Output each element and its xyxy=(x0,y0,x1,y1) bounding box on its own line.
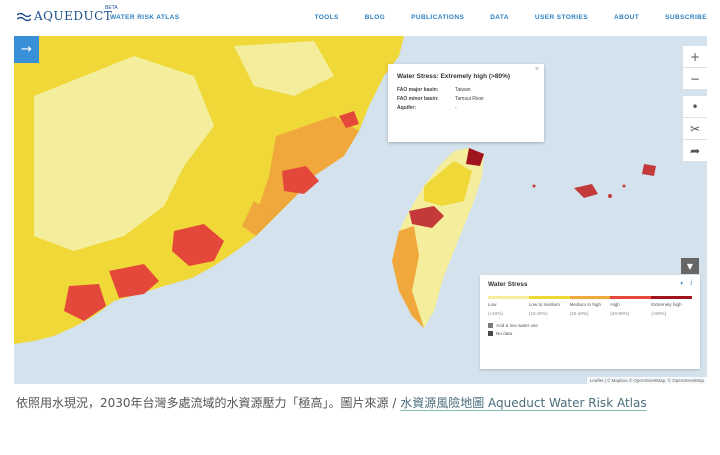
tools-button[interactable]: ✂ xyxy=(683,118,707,140)
island-dot xyxy=(608,194,612,198)
top-navbar: AQUEDUCT BETA WATER RISK ATLAS TOOLS BLO… xyxy=(0,0,720,36)
nav-tools[interactable]: TOOLS xyxy=(314,14,338,21)
aqueduct-logo[interactable]: AQUEDUCT BETA xyxy=(17,5,118,23)
legend-color-bar xyxy=(488,296,692,299)
map-legend: Water Stress ◐ i Low (<10%) Low to medium… xyxy=(480,275,700,369)
legend-category: Low (<10%) xyxy=(488,302,503,316)
legend-swatch-medium-high xyxy=(569,296,611,299)
product-name: WATER RISK ATLAS xyxy=(110,14,180,21)
popup-title: Water Stress: Extremely high (>80%) xyxy=(397,73,511,80)
beta-badge: BETA xyxy=(105,5,118,11)
island-dot-2 xyxy=(622,184,626,188)
caption-text: 依照用水現況，2030年台灣多處流域的水資源壓力「極高」。圖片來源 / xyxy=(16,396,401,410)
popup-row: Aquifer: - xyxy=(397,105,457,111)
island-high xyxy=(574,184,598,198)
legend-title: Water Stress xyxy=(488,281,528,288)
nav-user-stories[interactable]: USER STORIES xyxy=(535,14,588,21)
legend-category: Extremely high (>80%) xyxy=(651,302,682,316)
locate-button[interactable]: • xyxy=(683,96,707,118)
source-link[interactable]: 水資源風險地圖 Aqueduct Water Risk Atlas xyxy=(400,396,646,410)
popup-row: FAO major basin: Taiwan xyxy=(397,87,471,93)
nav-data[interactable]: DATA xyxy=(490,14,509,21)
legend-swatch-low-medium xyxy=(528,296,570,299)
nav-about[interactable]: ABOUT xyxy=(614,14,639,21)
legend-category: Low to medium (10-20%) xyxy=(528,302,560,316)
opacity-icon[interactable]: ◐ xyxy=(680,280,684,287)
nav-subscribe[interactable]: SUBSCRIBE xyxy=(665,14,707,21)
water-risk-map[interactable]: → + − • ✂ ➦ × Water Stress: Extremely hi… xyxy=(14,36,707,384)
arrow-right-icon[interactable]: → xyxy=(14,36,39,63)
image-caption: 依照用水現況，2030年台灣多處流域的水資源壓力「極高」。圖片來源 / 水資源風… xyxy=(16,392,710,414)
zoom-in-button[interactable]: + xyxy=(683,46,707,68)
zoom-out-button[interactable]: − xyxy=(683,68,707,90)
share-button[interactable]: ➦ xyxy=(683,140,707,162)
popup-row: FAO minor basin: Tamsui River xyxy=(397,96,484,102)
legend-swatch-high xyxy=(610,296,652,299)
map-tools: + − • ✂ ➦ xyxy=(683,46,707,162)
main-nav: TOOLS BLOG PUBLICATIONS DATA USER STORIE… xyxy=(288,14,707,21)
chevron-down-icon[interactable]: ▼ xyxy=(681,258,699,274)
map-attribution[interactable]: Leaflet | © Mapbox © OpenStreetMap, © Op… xyxy=(586,377,707,384)
close-icon[interactable]: × xyxy=(535,66,539,73)
island-high-2 xyxy=(642,164,656,176)
legend-no-data: No data xyxy=(488,330,692,338)
nav-blog[interactable]: BLOG xyxy=(365,14,385,21)
legend-swatch-extreme xyxy=(651,296,692,299)
nav-publications[interactable]: PUBLICATIONS xyxy=(411,14,464,21)
info-icon[interactable]: i xyxy=(690,280,692,287)
legend-category: High (40-80%) xyxy=(610,302,630,316)
island-dot-3 xyxy=(532,184,536,188)
basin-popup: × Water Stress: Extremely high (>80%) FA… xyxy=(388,64,544,142)
logo-text: AQUEDUCT xyxy=(34,9,113,23)
legend-swatch-low xyxy=(488,296,529,299)
legend-arid: Arid & low water use xyxy=(488,322,692,330)
wave-icon xyxy=(17,12,31,22)
legend-category: Medium to high (20-40%) xyxy=(569,302,602,316)
